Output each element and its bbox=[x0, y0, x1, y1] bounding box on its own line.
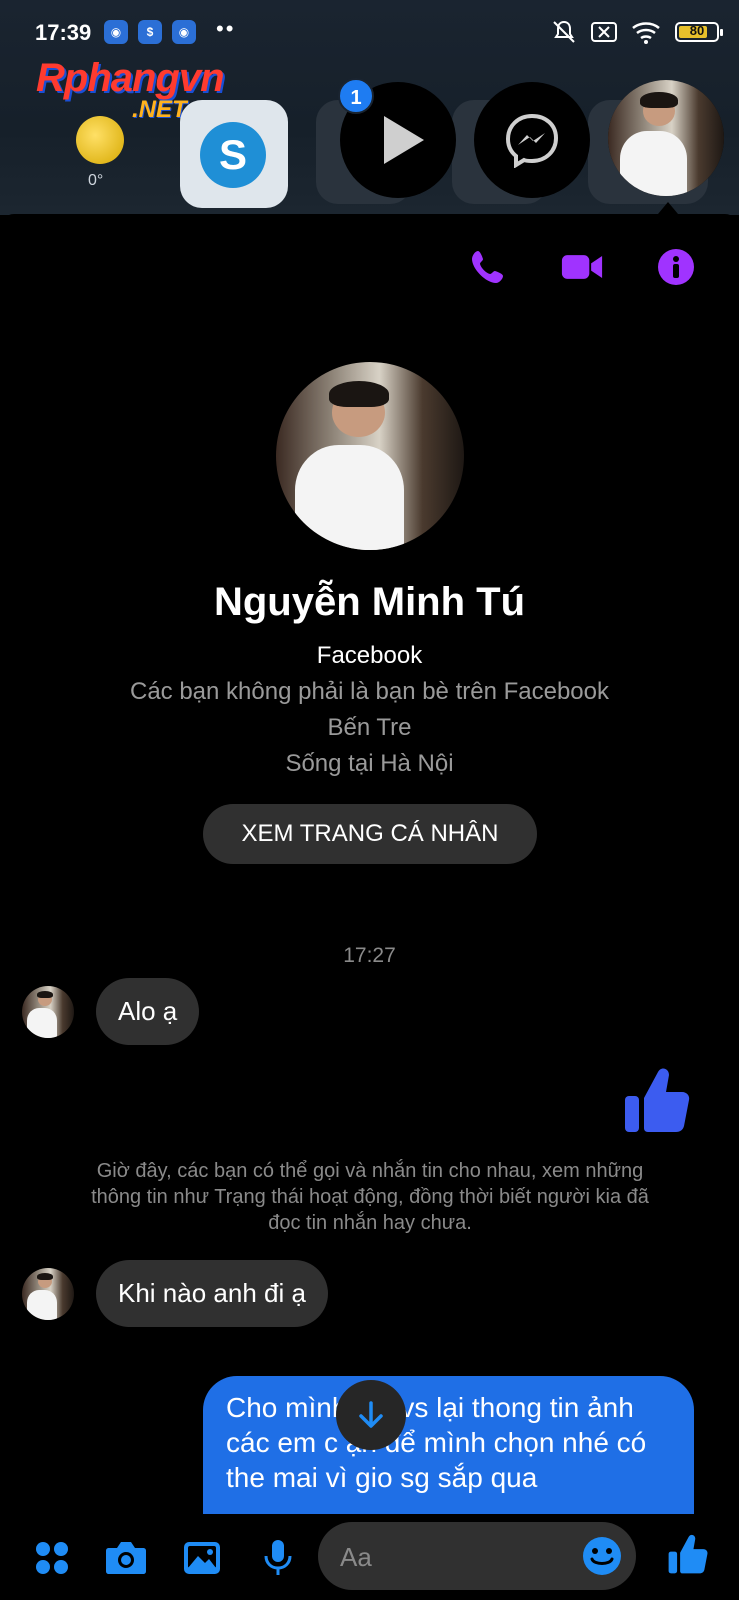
notification-shield-icon: $ bbox=[138, 20, 162, 44]
messenger-icon bbox=[505, 113, 559, 168]
voice-call-button[interactable] bbox=[467, 246, 509, 288]
message-composer: Aa bbox=[0, 1514, 739, 1600]
contact-profile-photo[interactable] bbox=[276, 362, 464, 550]
chathead-contact-avatar[interactable] bbox=[608, 80, 724, 196]
no-sim-icon bbox=[591, 22, 617, 42]
skype-app-icon[interactable]: S bbox=[180, 100, 288, 208]
status-icons: 80 bbox=[551, 18, 723, 46]
notification-app-icon: ◉ bbox=[104, 20, 128, 44]
info-icon bbox=[658, 249, 694, 285]
gallery-icon bbox=[184, 1542, 220, 1574]
sun-icon bbox=[76, 116, 124, 164]
sender-avatar[interactable] bbox=[22, 985, 74, 1038]
chathead-pointer bbox=[658, 202, 678, 214]
mic-icon bbox=[264, 1540, 292, 1575]
menu-icon bbox=[36, 1542, 68, 1574]
view-profile-button[interactable]: XEM TRANG CÁ NHÂN bbox=[203, 804, 537, 864]
silent-bell-icon bbox=[553, 20, 575, 43]
more-notifications-icon: •• bbox=[216, 16, 236, 41]
arrow-down-icon bbox=[359, 1401, 383, 1428]
conversation-actions bbox=[467, 246, 697, 288]
contact-relation: Các bạn không phải là bạn bè trên Facebo… bbox=[129, 678, 609, 705]
watermark-main: Rphangvn bbox=[36, 56, 225, 100]
unread-badge: 1 bbox=[338, 78, 374, 114]
incoming-message-bubble[interactable]: Alo ạ bbox=[96, 978, 200, 1045]
camera-button[interactable] bbox=[104, 1536, 148, 1580]
message-input[interactable]: Aa bbox=[318, 1522, 636, 1590]
video-icon bbox=[561, 255, 603, 279]
scroll-to-bottom-button[interactable] bbox=[336, 1380, 406, 1450]
wifi-icon bbox=[632, 22, 660, 44]
notification-app-icon: ◉ bbox=[172, 20, 196, 44]
contact-hometown: Bến Tre bbox=[327, 714, 412, 741]
weather-widget[interactable]: 0° bbox=[50, 108, 150, 198]
info-button[interactable] bbox=[655, 246, 697, 288]
more-actions-button[interactable] bbox=[30, 1536, 74, 1580]
like-icon bbox=[668, 1534, 708, 1574]
send-like-button[interactable] bbox=[666, 1532, 710, 1576]
video-call-button[interactable] bbox=[561, 246, 603, 288]
skype-logo: S bbox=[200, 122, 266, 188]
message-input-placeholder: Aa bbox=[340, 1542, 372, 1572]
battery-level: 80 bbox=[689, 23, 705, 38]
gallery-button[interactable] bbox=[180, 1536, 224, 1580]
sender-avatar[interactable] bbox=[22, 1267, 74, 1320]
voice-record-button[interactable] bbox=[256, 1536, 300, 1580]
contact-location: Sống tại Hà Nội bbox=[285, 750, 454, 777]
play-icon bbox=[384, 116, 424, 164]
outgoing-message-bubble[interactable]: Cho mình giá vs lại thong tin ảnh các em… bbox=[203, 1376, 694, 1536]
contact-source: Facebook bbox=[316, 642, 423, 669]
status-time: 17:39 bbox=[35, 20, 92, 45]
incoming-message-row: Khi nào anh đi ạ bbox=[22, 1260, 328, 1327]
chathead-messenger[interactable] bbox=[474, 82, 590, 198]
incoming-message-row: Alo ạ bbox=[22, 978, 200, 1045]
watermark-logo: Rphangvn .NET bbox=[36, 56, 225, 123]
system-notice: Giờ đây, các bạn có thể gọi và nhắn tin … bbox=[91, 1160, 649, 1234]
emoji-icon[interactable] bbox=[582, 1536, 622, 1576]
phone-icon bbox=[472, 251, 503, 283]
conversation-panel: Nguyễn Minh Tú Facebook Các bạn không ph… bbox=[0, 214, 739, 1600]
sent-like-message[interactable] bbox=[624, 1066, 690, 1139]
like-icon bbox=[625, 1068, 690, 1132]
incoming-message-bubble[interactable]: Khi nào anh đi ạ bbox=[96, 1260, 328, 1327]
weather-temp: 0° bbox=[88, 172, 104, 189]
battery-tip bbox=[720, 29, 723, 36]
battery-icon: 80 bbox=[675, 22, 723, 42]
camera-icon bbox=[106, 1542, 146, 1574]
message-timestamp: 17:27 bbox=[343, 944, 396, 967]
avatar-photo bbox=[608, 80, 724, 196]
profile-photo-image bbox=[276, 362, 464, 550]
contact-name: Nguyễn Minh Tú bbox=[213, 580, 526, 624]
